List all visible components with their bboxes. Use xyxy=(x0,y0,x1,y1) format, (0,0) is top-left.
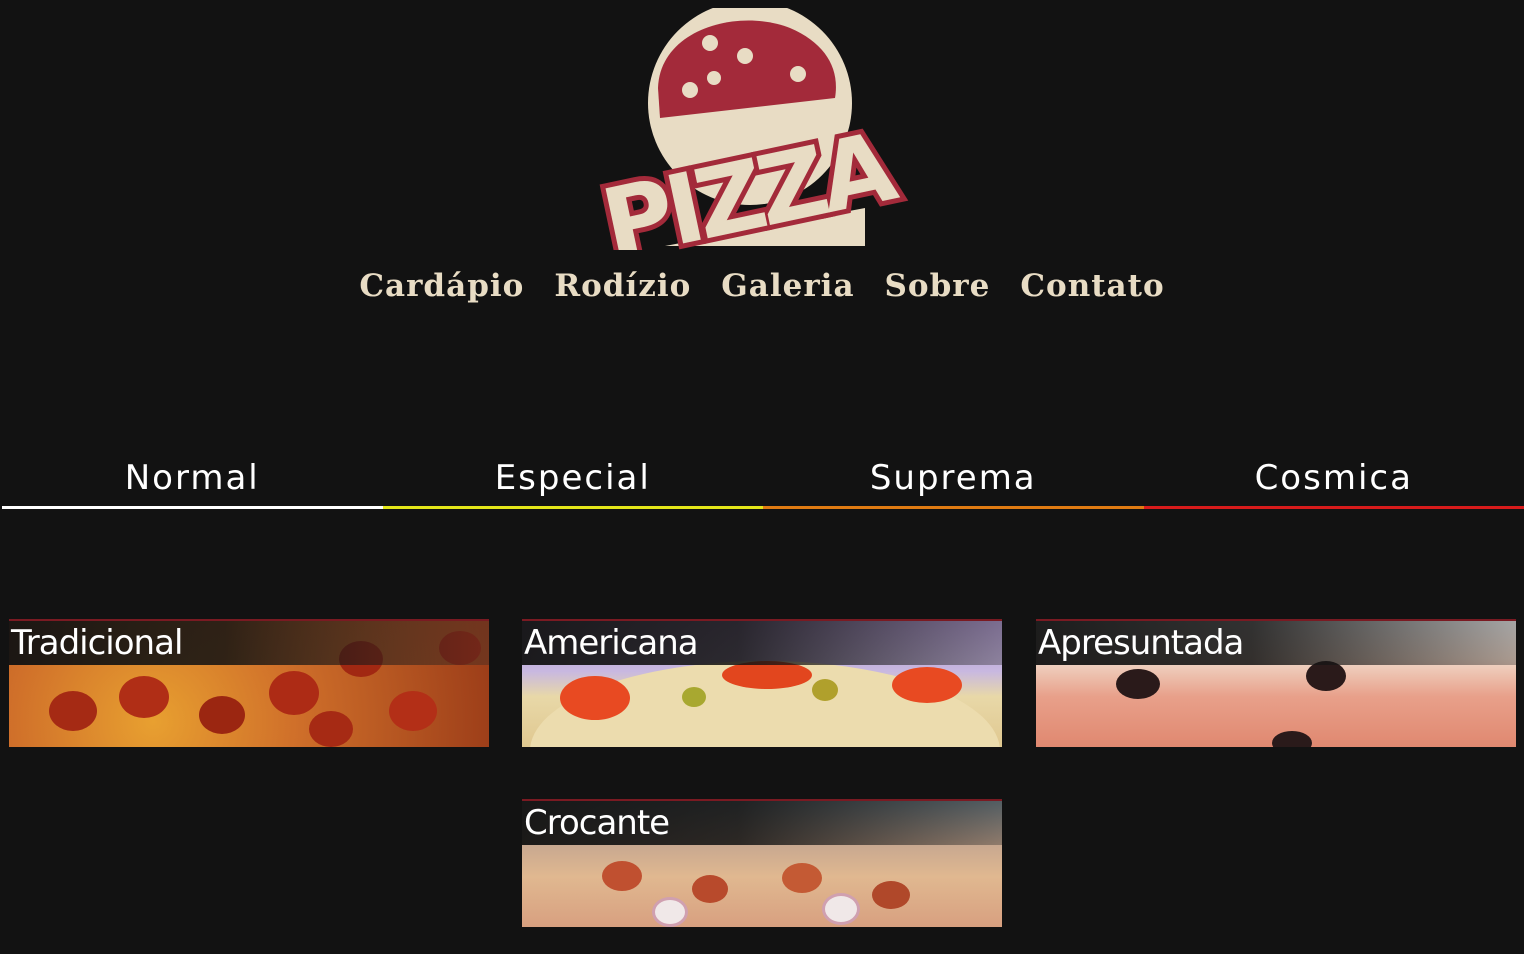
pizza-card-tradicional[interactable]: Tradicional xyxy=(9,619,489,747)
pizza-logo[interactable]: PIZZA xyxy=(588,1,930,286)
pizza-card-crocante[interactable]: Crocante xyxy=(522,799,1002,927)
pizza-card-americana[interactable]: Americana xyxy=(522,619,1002,747)
category-tabs: Normal Especial Suprema Cosmica xyxy=(2,458,1524,509)
nav-cardapio[interactable]: Cardápio xyxy=(359,268,524,304)
card-title: Crocante xyxy=(524,803,670,843)
card-title: Tradicional xyxy=(11,623,183,663)
pizza-card-apresuntada[interactable]: Apresuntada xyxy=(1036,619,1516,747)
main-nav: Cardápio Rodízio Galeria Sobre Contato xyxy=(0,268,1524,304)
nav-rodizio[interactable]: Rodízio xyxy=(554,268,691,304)
nav-sobre[interactable]: Sobre xyxy=(885,268,991,304)
card-title: Apresuntada xyxy=(1038,623,1244,663)
card-title: Americana xyxy=(524,623,699,663)
tab-normal[interactable]: Normal xyxy=(2,458,383,509)
nav-contato[interactable]: Contato xyxy=(1020,268,1164,304)
tab-especial[interactable]: Especial xyxy=(382,458,763,509)
tab-cosmica[interactable]: Cosmica xyxy=(1143,458,1524,509)
tab-suprema[interactable]: Suprema xyxy=(763,458,1144,509)
pizza-logo-icon: PIZZA xyxy=(588,1,910,286)
nav-galeria[interactable]: Galeria xyxy=(721,268,854,304)
